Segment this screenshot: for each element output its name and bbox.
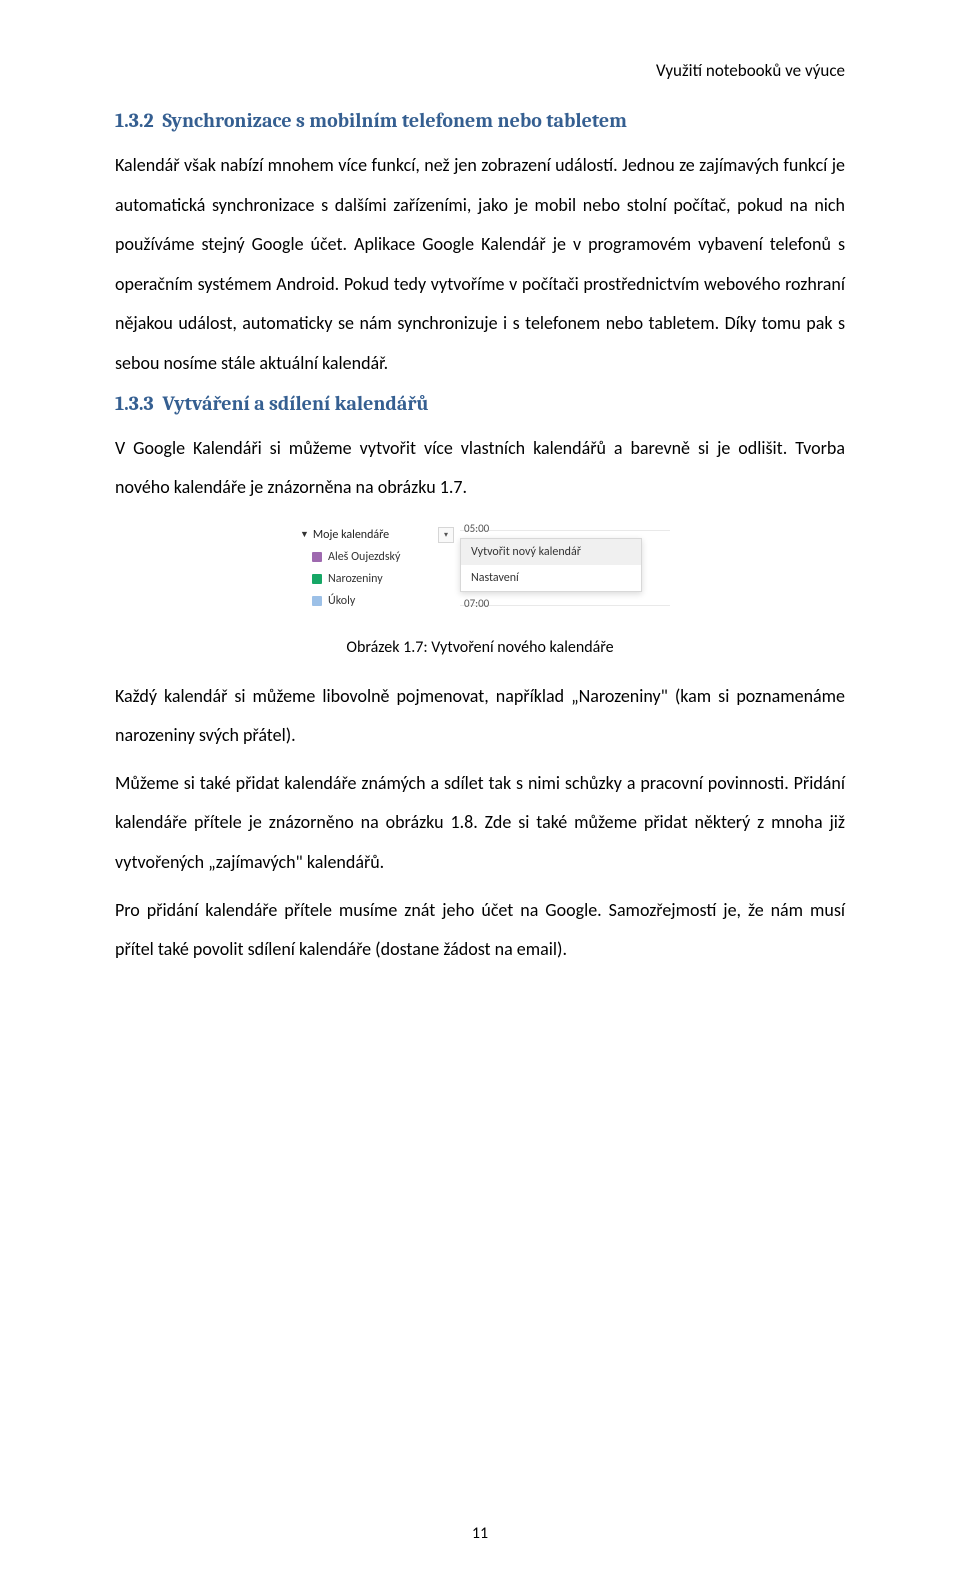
chevron-down-icon: ▾ — [444, 530, 448, 540]
paragraph: Pro přidání kalendáře přítele musíme zná… — [115, 891, 845, 970]
paragraph: Můžeme si také přidat kalendáře známých … — [115, 764, 845, 883]
paragraph: Každý kalendář si můžeme libovolně pojme… — [115, 677, 845, 756]
dropdown-button[interactable]: ▾ — [438, 527, 454, 543]
heading-number: 1.3.2 — [115, 109, 154, 132]
paragraph: V Google Kalendáři si můžeme vytvořit ví… — [115, 429, 845, 508]
calendar-item[interactable]: Narozeniny — [296, 568, 454, 590]
heading-title: Vytváření a sdílení kalendářů — [163, 392, 429, 415]
figure-caption: Obrázek 1.7: Vytvoření nového kalendáře — [115, 638, 845, 659]
time-label: 05:00 — [464, 522, 489, 535]
calendar-item[interactable]: Úkoly — [296, 590, 454, 612]
calendar-item-label: Narozeniny — [328, 572, 383, 586]
triangle-icon: ▼ — [300, 529, 309, 540]
calendar-sidebar: ▼ Moje kalendáře ▾ Aleš Oujezdský Naroze… — [290, 520, 460, 630]
color-swatch-icon — [312, 552, 322, 562]
page: Využití notebooků ve výuce 1.3.2 Synchro… — [0, 0, 960, 1593]
heading-1-3-2: 1.3.2 Synchronizace s mobilním telefonem… — [115, 109, 845, 132]
context-menu: Vytvořit nový kalendář Nastavení — [460, 538, 642, 592]
calendar-item-label: Aleš Oujezdský — [328, 550, 400, 564]
grid-line — [460, 530, 670, 531]
heading-1-3-3: 1.3.3 Vytváření a sdílení kalendářů — [115, 392, 845, 415]
calendar-item[interactable]: Aleš Oujezdský — [296, 546, 454, 568]
page-number: 11 — [0, 1524, 960, 1543]
sidebar-title: Moje kalendáře — [313, 528, 438, 542]
time-label: 07:00 — [464, 597, 489, 610]
heading-title: Synchronizace s mobilním telefonem nebo … — [162, 109, 626, 132]
color-swatch-icon — [312, 574, 322, 584]
color-swatch-icon — [312, 596, 322, 606]
sidebar-header[interactable]: ▼ Moje kalendáře ▾ — [296, 524, 454, 546]
menu-item-settings[interactable]: Nastavení — [461, 565, 641, 591]
calendar-item-label: Úkoly — [328, 594, 355, 608]
grid-line — [460, 605, 670, 606]
calendar-grid: 05:00 07:00 Vytvořit nový kalendář Nasta… — [460, 520, 670, 630]
figure-calendar-screenshot: ▼ Moje kalendáře ▾ Aleš Oujezdský Naroze… — [290, 520, 670, 630]
paragraph: Kalendář však nabízí mnohem více funkcí,… — [115, 146, 845, 384]
running-header: Využití notebooků ve výuce — [115, 60, 845, 81]
menu-item-create-calendar[interactable]: Vytvořit nový kalendář — [461, 539, 641, 565]
heading-number: 1.3.3 — [115, 392, 154, 415]
